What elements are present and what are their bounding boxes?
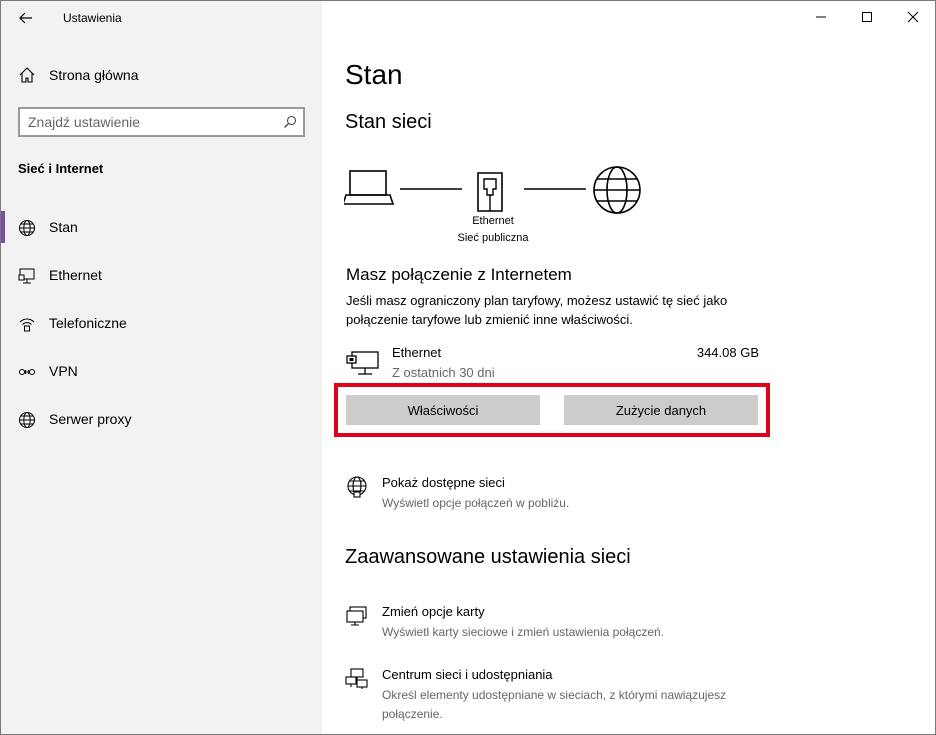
change-adapter-options-desc: Wyświetl karty sieciowe i zmień ustawien…: [382, 625, 664, 639]
laptop-icon: [344, 170, 395, 205]
sidebar-item-label: Serwer proxy: [49, 411, 132, 427]
back-button[interactable]: [9, 5, 43, 31]
change-adapter-options-title[interactable]: Zmień opcje karty: [382, 604, 485, 619]
sidebar-item-label: Telefoniczne: [49, 315, 127, 331]
vpn-icon: [19, 369, 35, 375]
app-title: Ustawienia: [63, 11, 122, 25]
show-networks-link[interactable]: Pokaż dostępne sieci Wyświetl opcje połą…: [345, 475, 765, 515]
dialup-icon: [19, 318, 35, 332]
adapter-usage-row: Ethernet Z ostatnich 30 dni 344.08 GB: [346, 344, 759, 382]
page-title: Stan: [345, 59, 403, 90]
sidebar: Ustawienia Strona główna Sieć i Internet…: [1, 1, 322, 734]
section-title: Sieć i Internet: [18, 161, 104, 176]
data-usage-button[interactable]: Zużycie danych: [564, 395, 758, 425]
close-icon: [907, 11, 919, 23]
home-icon: [19, 67, 35, 83]
connection-status-title: Masz połączenie z Internetem: [346, 265, 572, 284]
globe-icon: [593, 166, 641, 214]
globe-icon: [19, 412, 35, 428]
network-sharing-center-desc: Określ elementy udostępniane w sieciach,…: [382, 688, 727, 721]
network-status-title: Stan sieci: [345, 111, 432, 133]
minimize-button[interactable]: [798, 1, 844, 33]
adapter-usage: 344.08 GB: [696, 345, 759, 360]
sidebar-item-stan[interactable]: Stan: [1, 207, 322, 247]
sidebar-item-telefoniczne[interactable]: Telefoniczne: [1, 303, 322, 343]
adapter-icon: [346, 606, 367, 626]
diagram-adapter-name: Ethernet: [472, 215, 514, 227]
sidebar-item-label: VPN: [49, 363, 78, 379]
sidebar-item-label: Strona główna: [49, 67, 139, 83]
network-sharing-center-link[interactable]: Centrum sieci i udostępniania Określ ele…: [345, 667, 765, 723]
active-indicator: [1, 211, 5, 243]
search-icon[interactable]: [283, 115, 297, 129]
ethernet-adapter-icon: [346, 351, 379, 375]
network-diagram: Ethernet Sieć publiczna: [344, 161, 654, 251]
change-adapter-options-link[interactable]: Zmień opcje karty Wyświetl karty sieciow…: [345, 604, 765, 644]
globe-network-icon: [347, 476, 367, 498]
show-networks-title[interactable]: Pokaż dostępne sieci: [382, 475, 505, 490]
maximize-icon: [862, 12, 872, 22]
properties-button[interactable]: Właściwości: [346, 395, 540, 425]
sharing-center-icon: [345, 668, 368, 689]
advanced-settings-title: Zaawansowane ustawienia sieci: [345, 546, 631, 568]
sidebar-item-serwer-proxy[interactable]: Serwer proxy: [1, 399, 322, 439]
show-networks-desc: Wyświetl opcje połączeń w pobliżu.: [382, 496, 570, 510]
adapter-period: Z ostatnich 30 dni: [392, 365, 495, 380]
close-button[interactable]: [890, 1, 935, 33]
connection-description: Jeśli masz ograniczony plan taryfowy, mo…: [346, 293, 728, 327]
sidebar-item-label: Ethernet: [49, 267, 102, 283]
minimize-icon: [816, 16, 826, 18]
network-sharing-center-title[interactable]: Centrum sieci i udostępniania: [382, 667, 553, 682]
settings-window: Ustawienia Strona główna Sieć i Internet…: [0, 0, 936, 735]
ethernet-icon: [18, 268, 35, 284]
sidebar-item-label: Stan: [49, 219, 78, 235]
sidebar-item-home[interactable]: Strona główna: [1, 57, 322, 93]
ethernet-port-icon: [477, 172, 503, 212]
sidebar-item-vpn[interactable]: VPN: [1, 351, 322, 391]
maximize-button[interactable]: [844, 1, 890, 33]
search-box[interactable]: [18, 107, 305, 137]
search-input[interactable]: [28, 113, 278, 131]
diagram-network-type: Sieć publiczna: [457, 232, 529, 244]
sidebar-item-ethernet[interactable]: Ethernet: [1, 255, 322, 295]
adapter-name: Ethernet: [392, 345, 442, 360]
globe-icon: [19, 220, 35, 236]
arrow-left-icon: [19, 12, 32, 24]
